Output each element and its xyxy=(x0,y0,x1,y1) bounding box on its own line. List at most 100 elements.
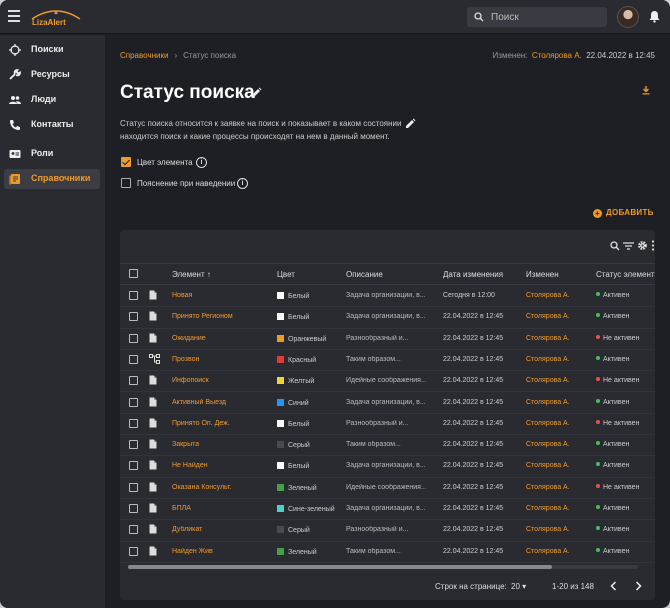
changed-by-link[interactable]: Столярова А. xyxy=(526,505,570,512)
table-row[interactable]: Инфопоиск Желтый Идейные соображения... 22.… xyxy=(120,371,655,393)
wrench-icon xyxy=(9,69,21,80)
column-header-element[interactable]: Элемент ↑ xyxy=(172,270,211,279)
date-cell: Сегодня в 12:00 xyxy=(443,292,495,299)
search-icon[interactable] xyxy=(610,241,620,251)
rows-per-page-select[interactable]: 20 ▾ xyxy=(511,582,526,591)
table-row[interactable]: Не Найден Белый Задача организации, в... 22… xyxy=(120,456,655,478)
changed-by-link[interactable]: Столярова А. xyxy=(526,292,570,299)
element-name-link[interactable]: Не Найден xyxy=(172,462,208,469)
edit-title-icon[interactable] xyxy=(251,87,262,98)
changed-by-link[interactable]: Столярова А. xyxy=(526,420,570,427)
sidebar-item-label: Люди xyxy=(31,94,57,104)
info-icon[interactable]: i xyxy=(237,178,248,189)
table-row[interactable]: БПЛА Сине-зеленый Задача организации, в...… xyxy=(120,499,655,521)
row-checkbox[interactable] xyxy=(129,312,138,322)
element-name-link[interactable]: Новая xyxy=(172,292,192,299)
chevron-right-icon[interactable] xyxy=(635,581,642,591)
element-name-link[interactable]: Закрыта xyxy=(172,441,199,448)
row-checkbox[interactable] xyxy=(129,461,138,471)
element-name-link[interactable]: Прозвон xyxy=(172,356,199,363)
table-row[interactable]: Прозвон Красный Таким образом... 22.04.2022… xyxy=(120,350,655,372)
changed-by-link[interactable]: Столярова А. xyxy=(526,548,570,555)
table-row[interactable]: Оказана Консульт. Зеленый Идейные соображе… xyxy=(120,478,655,499)
changed-by-link[interactable]: Столярова А. xyxy=(526,313,570,320)
chevron-left-icon[interactable] xyxy=(610,581,617,591)
scrollbar-thumb[interactable] xyxy=(128,565,552,569)
row-checkbox[interactable] xyxy=(129,333,138,343)
column-header-description[interactable]: Описание xyxy=(346,270,383,279)
row-checkbox[interactable] xyxy=(129,354,138,364)
element-name-link[interactable]: Принято Регионом xyxy=(172,313,233,320)
bell-icon[interactable] xyxy=(649,10,660,23)
select-all-checkbox[interactable] xyxy=(129,269,138,278)
element-name-link[interactable]: Дубликат xyxy=(172,526,202,533)
column-header-changed-by[interactable]: Изменен xyxy=(526,270,559,279)
tooltip-checkbox[interactable] xyxy=(121,178,131,188)
status-dot xyxy=(596,483,600,488)
changed-by-link[interactable]: Столярова А. xyxy=(526,377,570,384)
element-color-checkbox[interactable] xyxy=(121,157,131,167)
color-name: Белый xyxy=(288,293,310,300)
more-vert-icon[interactable] xyxy=(651,240,655,251)
element-name-link[interactable]: Принято Оп. Деж. xyxy=(172,420,230,427)
sidebar-item-searches[interactable]: Поиски xyxy=(4,40,100,60)
edit-description-icon[interactable] xyxy=(405,118,416,129)
table-row[interactable]: Активный Выезд Синий Задача организации, в… xyxy=(120,393,655,414)
row-checkbox[interactable] xyxy=(129,482,138,492)
sidebar-item-directories[interactable]: Справочники xyxy=(4,169,100,189)
document-icon xyxy=(149,482,157,495)
menu-icon[interactable] xyxy=(8,10,20,22)
user-avatar[interactable] xyxy=(617,6,639,28)
row-checkbox[interactable] xyxy=(129,291,138,300)
color-swatch xyxy=(277,377,284,385)
row-checkbox[interactable] xyxy=(129,504,138,513)
description-cell: Задача организации, в... xyxy=(346,313,426,321)
sidebar-item-roles[interactable]: Роли xyxy=(4,144,100,164)
element-name-link[interactable]: Оказана Консульт. xyxy=(172,484,232,491)
color-name: Желтый xyxy=(288,378,315,386)
gear-icon[interactable] xyxy=(637,240,648,251)
breadcrumb-link-directories[interactable]: Справочники xyxy=(120,51,168,60)
changed-by-link[interactable]: Столярова А. xyxy=(532,51,582,60)
element-name-link[interactable]: Найден Жив xyxy=(172,548,213,555)
search-box[interactable] xyxy=(467,7,607,27)
table-row[interactable]: Ожидание Оранжевый Разнообразный и... 22.04… xyxy=(120,329,655,350)
row-checkbox[interactable] xyxy=(129,418,138,428)
row-checkbox[interactable] xyxy=(129,525,138,535)
changed-by-link[interactable]: Столярова А. xyxy=(526,335,570,342)
element-name-link[interactable]: Ожидание xyxy=(172,335,206,342)
element-name-link[interactable]: Инфопоиск xyxy=(172,377,209,384)
table-row[interactable]: Принято Регионом Белый Задача организации,… xyxy=(120,307,655,329)
changed-by-link[interactable]: Столярова А. xyxy=(526,484,570,491)
changed-by-link[interactable]: Столярова А. xyxy=(526,526,570,533)
search-input[interactable] xyxy=(491,7,603,27)
table-row[interactable]: Новая Белый Задача организации, в... Сегодн… xyxy=(120,286,655,308)
description-cell: Задача организации, в... xyxy=(346,398,426,406)
sidebar-item-people[interactable]: Люди xyxy=(4,90,100,110)
column-header-color[interactable]: Цвет xyxy=(277,270,295,279)
changed-by-link[interactable]: Столярова А. xyxy=(526,356,570,363)
table-row[interactable]: Принято Оп. Деж. Белый Разнообразный и... 2… xyxy=(120,414,655,436)
element-name-link[interactable]: БПЛА xyxy=(172,505,191,512)
add-button[interactable]: + ДОБАВИТЬ xyxy=(593,208,654,218)
info-icon[interactable]: i xyxy=(196,157,207,168)
column-header-date[interactable]: Дата изменения xyxy=(443,270,503,279)
table-row[interactable]: Найден Жив Зеленый Таким образом... 22.04.2… xyxy=(120,542,655,563)
filter-icon[interactable] xyxy=(622,241,634,251)
download-icon[interactable] xyxy=(642,86,650,95)
sidebar-item-contacts[interactable]: Контакты xyxy=(4,115,100,135)
element-name-link[interactable]: Активный Выезд xyxy=(172,399,226,406)
changed-by-link[interactable]: Столярова А. xyxy=(526,399,570,406)
status-text: Активен xyxy=(603,441,630,449)
row-checkbox[interactable] xyxy=(129,397,138,407)
row-checkbox[interactable] xyxy=(129,546,138,556)
changed-by-link[interactable]: Столярова А. xyxy=(526,462,570,469)
column-header-status[interactable]: Статус элемента xyxy=(596,270,655,279)
row-checkbox[interactable] xyxy=(129,376,138,386)
row-checkbox[interactable] xyxy=(129,440,138,450)
horizontal-scrollbar[interactable] xyxy=(128,565,638,569)
table-row[interactable]: Дубликат Серый Разнообразный и... 22.04.202… xyxy=(120,520,655,542)
sidebar-item-resources[interactable]: Ресурсы xyxy=(4,65,100,85)
table-row[interactable]: Закрыта Серый Таким образом... 22.04.2022 в… xyxy=(120,435,655,457)
changed-by-link[interactable]: Столярова А. xyxy=(526,441,570,448)
